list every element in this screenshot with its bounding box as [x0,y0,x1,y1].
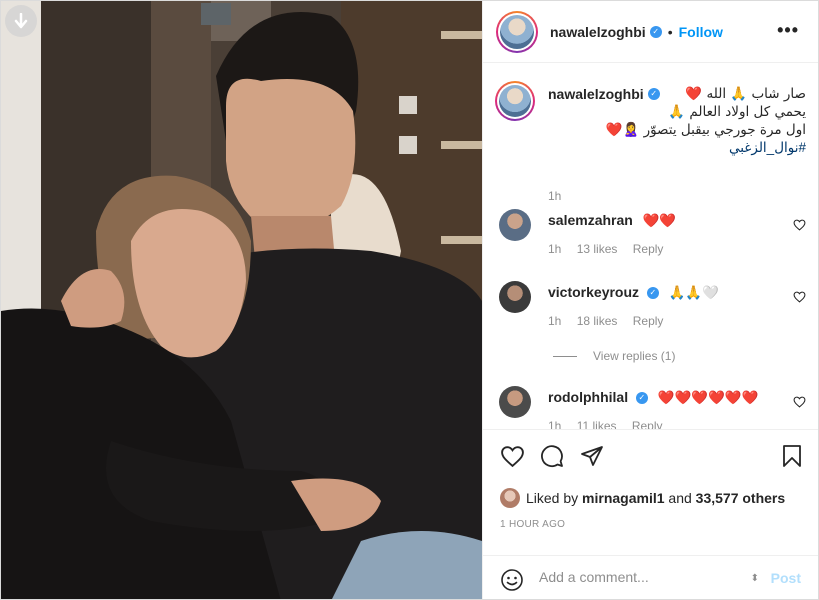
caption-row: nawalelzoghbi ✓ صار شاب 🙏 الله ❤️ يحمي ك… [495,81,806,203]
comment-row: victorkeyrouz ✓ 🙏🙏🤍 1h 18 likes Reply [496,281,806,341]
post-button[interactable]: Post [771,570,801,586]
liked-by-user[interactable]: mirnagamil1 [582,490,664,506]
caption-line-1: صار شاب 🙏 الله ❤️ [685,86,806,102]
caption-line-3: اول مرة جورجي بيقبل يتصوّر 🙎‍♀️❤️ [605,122,806,138]
comments-list: nawalelzoghbi ✓ صار شاب 🙏 الله ❤️ يحمي ك… [483,64,818,429]
post-timestamp[interactable]: 1 HOUR AGO [500,519,565,530]
caption-hashtag[interactable]: #نوال_الزغبي [548,139,806,157]
comment-text: ❤️❤️ [642,213,677,229]
caption-line-2: يحمي كل اولاد العالم 🙏 [668,104,806,120]
liker-avatar[interactable] [500,488,520,508]
verified-icon: ✓ [646,287,659,300]
bookmark-icon [783,445,801,467]
comment-row: rodolphhilal ✓ ❤️❤️❤️❤️❤️❤️ 1h 11 likes … [496,386,806,429]
emoji-icon[interactable] [500,568,524,592]
view-replies-button[interactable]: View replies (1) [553,349,675,363]
comment-icon [541,445,563,468]
follow-button[interactable]: Follow [679,24,723,40]
commenter-avatar[interactable] [499,281,531,313]
scroll-down-icon [14,13,28,29]
comment-button[interactable] [538,442,566,470]
comment-likes[interactable]: 11 likes [577,419,617,429]
comment-time: 1h [548,242,562,256]
comment-username[interactable]: salemzahran [548,212,633,228]
comment-heart-icon[interactable] [793,291,806,303]
comment-meta: 1h 18 likes Reply [548,314,675,328]
reply-button[interactable]: Reply [633,314,664,328]
comment-username[interactable]: rodolphhilal [548,389,628,405]
replies-line [553,355,577,357]
comment-meta: 1h 11 likes Reply [548,419,675,429]
caption-body: nawalelzoghbi ✓ صار شاب 🙏 الله ❤️ يحمي ك… [548,85,806,157]
loading-spinner-icon: ⬍ [750,573,759,584]
comment-row: salemzahran ❤️❤️ 1h 13 likes Reply [496,209,806,269]
verified-icon: ✓ [635,392,648,405]
author-info: nawalelzoghbi ✓ • Follow [550,24,723,40]
like-button[interactable] [498,442,526,470]
comment-heart-icon[interactable] [793,219,806,231]
commenter-avatar[interactable] [499,209,531,241]
comment-body: victorkeyrouz ✓ 🙏🙏🤍 [548,283,784,302]
author-username[interactable]: nawalelzoghbi [550,24,646,40]
comment-body: rodolphhilal ✓ ❤️❤️❤️❤️❤️❤️ [548,388,784,407]
verified-icon: ✓ [647,88,660,100]
add-comment-bar: ⬍ Post [483,555,818,599]
post-photo[interactable] [1,1,482,599]
reply-button[interactable]: Reply [633,242,664,256]
comment-username[interactable]: victorkeyrouz [548,284,639,300]
share-icon [581,446,603,466]
comment-likes[interactable]: 18 likes [577,314,618,328]
comment-time: 1h [548,314,562,328]
separator-dot: • [667,23,673,40]
bookmark-button[interactable] [778,442,806,470]
verified-icon: ✓ [649,25,662,38]
comment-body: salemzahran ❤️❤️ [548,211,784,230]
author-avatar[interactable] [496,10,538,53]
caption-timestamp: 1h [548,189,562,203]
liked-by-others[interactable]: 33,577 others [696,490,786,506]
caption-time: 1h [548,189,573,203]
scroll-down-button[interactable] [5,5,37,37]
caption-username[interactable]: nawalelzoghbi [548,85,644,103]
liked-by-prefix: Liked by [526,490,579,506]
comment-likes[interactable]: 13 likes [577,242,618,256]
liked-by: Liked by mirnagamil1 and 33,577 others [500,488,785,508]
photo-illustration [1,1,482,599]
comment-text: ❤️❤️❤️❤️❤️❤️ [657,390,759,406]
post-modal: nawalelzoghbi ✓ • Follow ••• nawalelzogh… [0,0,819,600]
comment-input[interactable] [539,569,749,585]
post-actions: Liked by mirnagamil1 and 33,577 others 1… [483,429,818,555]
post-side-panel: nawalelzoghbi ✓ • Follow ••• nawalelzogh… [482,1,818,599]
comment-heart-icon[interactable] [793,396,806,408]
commenter-avatar[interactable] [499,386,531,418]
more-icon[interactable]: ••• [777,21,799,39]
view-replies-label: View replies (1) [593,349,676,363]
share-button[interactable] [578,442,606,470]
comment-meta: 1h 13 likes Reply [548,242,675,256]
caption-avatar[interactable] [495,81,535,121]
heart-icon [500,445,524,467]
comment-time: 1h [548,419,562,429]
reply-button[interactable]: Reply [632,419,663,429]
post-header: nawalelzoghbi ✓ • Follow ••• [483,1,818,63]
comment-text: 🙏🙏🤍 [668,285,720,301]
liked-by-and: and [668,490,692,506]
